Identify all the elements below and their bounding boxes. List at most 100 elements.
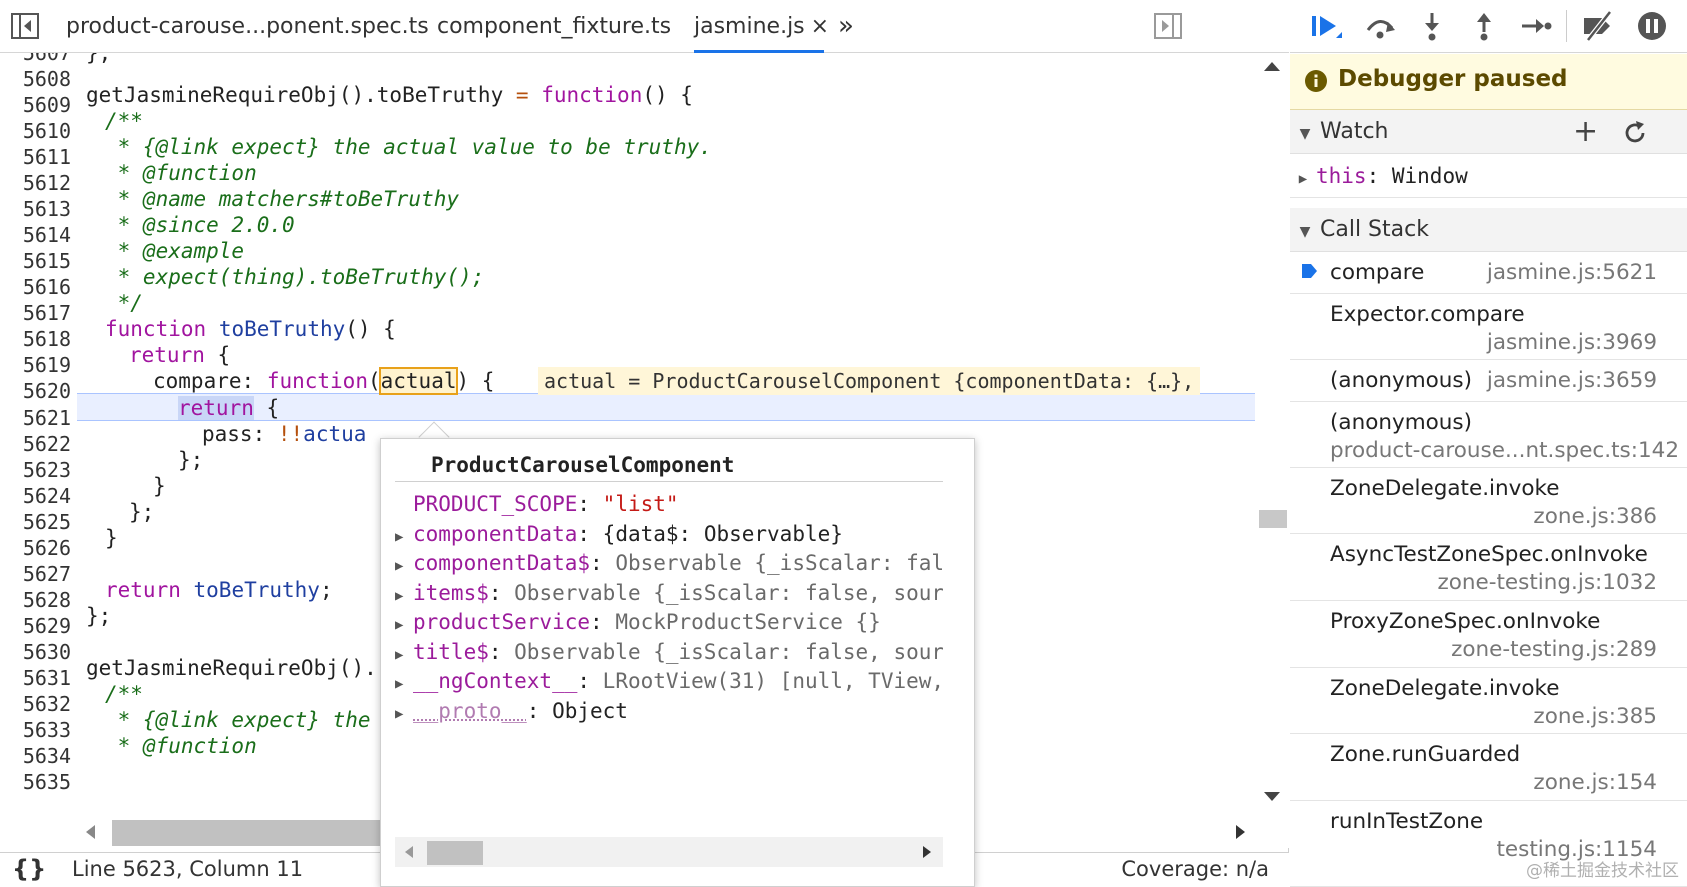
expand-triangle-icon[interactable]: ▶ <box>395 581 413 608</box>
popover-property-row[interactable]: ▶ items$: Observable {_isScalar: false, s… <box>395 578 943 608</box>
call-stack-section-header[interactable]: ▼ Call Stack <box>1290 208 1687 252</box>
editor-vertical-scrollbar[interactable] <box>1255 53 1289 848</box>
popover-scroll-thumb[interactable] <box>427 841 483 865</box>
expand-triangle-icon[interactable]: ▶ <box>1290 157 1316 201</box>
expand-triangle-icon[interactable]: ▶ <box>395 551 413 578</box>
call-frame[interactable]: ProxyZoneSpec.onInvoke zone-testing.js:28… <box>1290 601 1687 668</box>
line-number[interactable]: 5614 <box>23 221 71 249</box>
line-number[interactable]: 5630 <box>23 638 71 666</box>
more-tabs-icon[interactable]: » <box>838 0 854 53</box>
watch-section-header[interactable]: ▼ Watch + <box>1290 110 1687 154</box>
line-number[interactable]: 5619 <box>23 351 71 379</box>
line-number[interactable]: 5609 <box>23 91 71 119</box>
tab-component-fixture[interactable]: component_fixture.ts <box>437 0 671 53</box>
line-number[interactable]: 5627 <box>23 560 71 588</box>
line-number[interactable]: 5632 <box>23 690 71 718</box>
call-frame[interactable]: compare jasmine.js:5621 <box>1290 252 1687 294</box>
line-number[interactable]: 5624 <box>23 482 71 510</box>
code-line: return { <box>129 341 230 369</box>
tab-product-carousel-spec[interactable]: product-carouse...ponent.spec.ts <box>66 0 429 53</box>
line-number[interactable]: 5635 <box>23 768 71 796</box>
toggle-navigator-icon[interactable] <box>10 12 40 40</box>
popover-property-row[interactable]: ▶ __ngContext__: LRootView(31) [null, TVi… <box>395 666 943 696</box>
popover-property-row[interactable]: ▶ __proto__: Object <box>395 696 943 726</box>
step-into-icon[interactable] <box>1414 10 1450 42</box>
frame-location[interactable]: zone-testing.js:289 <box>1451 637 1657 662</box>
pretty-print-icon[interactable]: {} <box>12 855 46 883</box>
property-key: productService <box>413 610 591 634</box>
refresh-icon[interactable] <box>1622 120 1648 146</box>
frame-location[interactable]: product-carouse...nt.spec.ts:142 <box>1330 438 1679 463</box>
tab-jasmine-js[interactable]: jasmine.js × <box>694 0 829 53</box>
code-line: * @example <box>105 239 245 263</box>
tab-label: component_fixture.ts <box>437 14 672 39</box>
call-frame[interactable]: Expector.compare jasmine.js:3969 <box>1290 294 1687 360</box>
line-number[interactable]: 5634 <box>23 742 71 770</box>
step-icon[interactable] <box>1518 10 1554 42</box>
line-number[interactable]: 5618 <box>23 325 71 353</box>
frame-location[interactable]: jasmine.js:3969 <box>1487 330 1657 355</box>
scroll-left-icon[interactable] <box>403 844 415 860</box>
horizontal-scroll-thumb[interactable] <box>112 820 382 846</box>
line-number[interactable]: 5616 <box>23 273 71 301</box>
line-number[interactable]: 5625 <box>23 508 71 536</box>
line-number[interactable]: 5610 <box>23 117 71 145</box>
scroll-up-icon[interactable] <box>1262 59 1282 73</box>
line-number[interactable]: 5612 <box>23 169 71 197</box>
expand-triangle-icon[interactable]: ▶ <box>395 522 413 549</box>
hovered-variable-actual[interactable]: actual <box>378 367 459 395</box>
expand-triangle-icon[interactable]: ▶ <box>395 699 413 726</box>
scroll-right-icon[interactable] <box>1234 823 1248 841</box>
expand-triangle-icon[interactable]: ▶ <box>395 640 413 667</box>
line-number[interactable]: 5621 <box>23 404 71 432</box>
call-frame[interactable]: (anonymous) jasmine.js:3659 <box>1290 360 1687 402</box>
vertical-scroll-thumb[interactable] <box>1259 510 1287 528</box>
call-frame[interactable]: ZoneDelegate.invoke zone.js:386 <box>1290 468 1687 534</box>
line-number[interactable]: 5629 <box>23 612 71 640</box>
frame-location[interactable]: zone.js:386 <box>1533 504 1657 529</box>
line-number[interactable]: 5622 <box>23 430 71 458</box>
scroll-left-icon[interactable] <box>83 823 97 841</box>
line-number[interactable]: 5631 <box>23 664 71 692</box>
call-frame[interactable]: Zone.runGuarded zone.js:154 <box>1290 734 1687 801</box>
expand-triangle-icon[interactable]: ▶ <box>395 669 413 696</box>
expand-triangle-icon[interactable]: ▶ <box>395 610 413 637</box>
frame-location[interactable]: jasmine.js:5621 <box>1487 260 1657 285</box>
scroll-down-icon[interactable] <box>1262 789 1282 803</box>
popover-property-row[interactable]: ▶ title$: Observable {_isScalar: false, s… <box>395 637 943 667</box>
line-number[interactable]: 5626 <box>23 534 71 562</box>
line-number[interactable]: 5611 <box>23 143 71 171</box>
popover-property-row[interactable]: ▶ componentData$: Observable {_isScalar: … <box>395 548 943 578</box>
call-frame[interactable]: ZoneDelegate.invoke zone.js:385 <box>1290 668 1687 734</box>
watch-expression-row[interactable]: ▶ this: Window <box>1290 154 1687 198</box>
resume-icon[interactable] <box>1308 10 1344 42</box>
pause-on-exceptions-icon[interactable] <box>1634 10 1670 42</box>
line-number[interactable]: 5623 <box>23 456 71 484</box>
line-number[interactable]: 5613 <box>23 195 71 223</box>
call-frame[interactable]: (anonymous) product-carouse...nt.spec.ts:… <box>1290 402 1687 468</box>
add-watch-icon[interactable]: + <box>1573 110 1598 154</box>
deactivate-breakpoints-icon[interactable] <box>1580 10 1616 42</box>
property-key: PRODUCT_SCOPE <box>413 492 578 516</box>
popover-property-row[interactable]: ▶ productService: MockProductService {} <box>395 607 943 637</box>
line-number[interactable]: 5617 <box>23 299 71 327</box>
line-number[interactable]: 5628 <box>23 586 71 614</box>
popover-property-row[interactable]: ▶ componentData: {data$: Observable} <box>395 519 943 549</box>
frame-location[interactable]: jasmine.js:3659 <box>1487 368 1657 393</box>
step-over-icon[interactable] <box>1362 10 1398 42</box>
close-tab-icon[interactable]: × <box>811 14 829 39</box>
step-out-icon[interactable] <box>1466 10 1502 42</box>
line-number[interactable]: 5608 <box>23 65 71 93</box>
frame-location[interactable]: zone-testing.js:1032 <box>1437 570 1657 595</box>
code-token: { <box>266 396 280 420</box>
frame-location[interactable]: zone.js:385 <box>1533 704 1657 729</box>
scroll-right-icon[interactable] <box>921 844 933 860</box>
toggle-debugger-sidebar-icon[interactable] <box>1153 12 1183 40</box>
code-token: ( <box>367 369 381 393</box>
line-number[interactable]: 5633 <box>23 716 71 744</box>
call-frame[interactable]: AsyncTestZoneSpec.onInvoke zone-testing.j… <box>1290 534 1687 601</box>
line-number[interactable]: 5615 <box>23 247 71 275</box>
line-number[interactable]: 5620 <box>23 377 71 405</box>
frame-location[interactable]: zone.js:154 <box>1533 770 1657 795</box>
line-number-gutter[interactable]: 5607 5608 5609 5610 5611 5612 5613 5614 5615 5616… <box>0 53 77 848</box>
